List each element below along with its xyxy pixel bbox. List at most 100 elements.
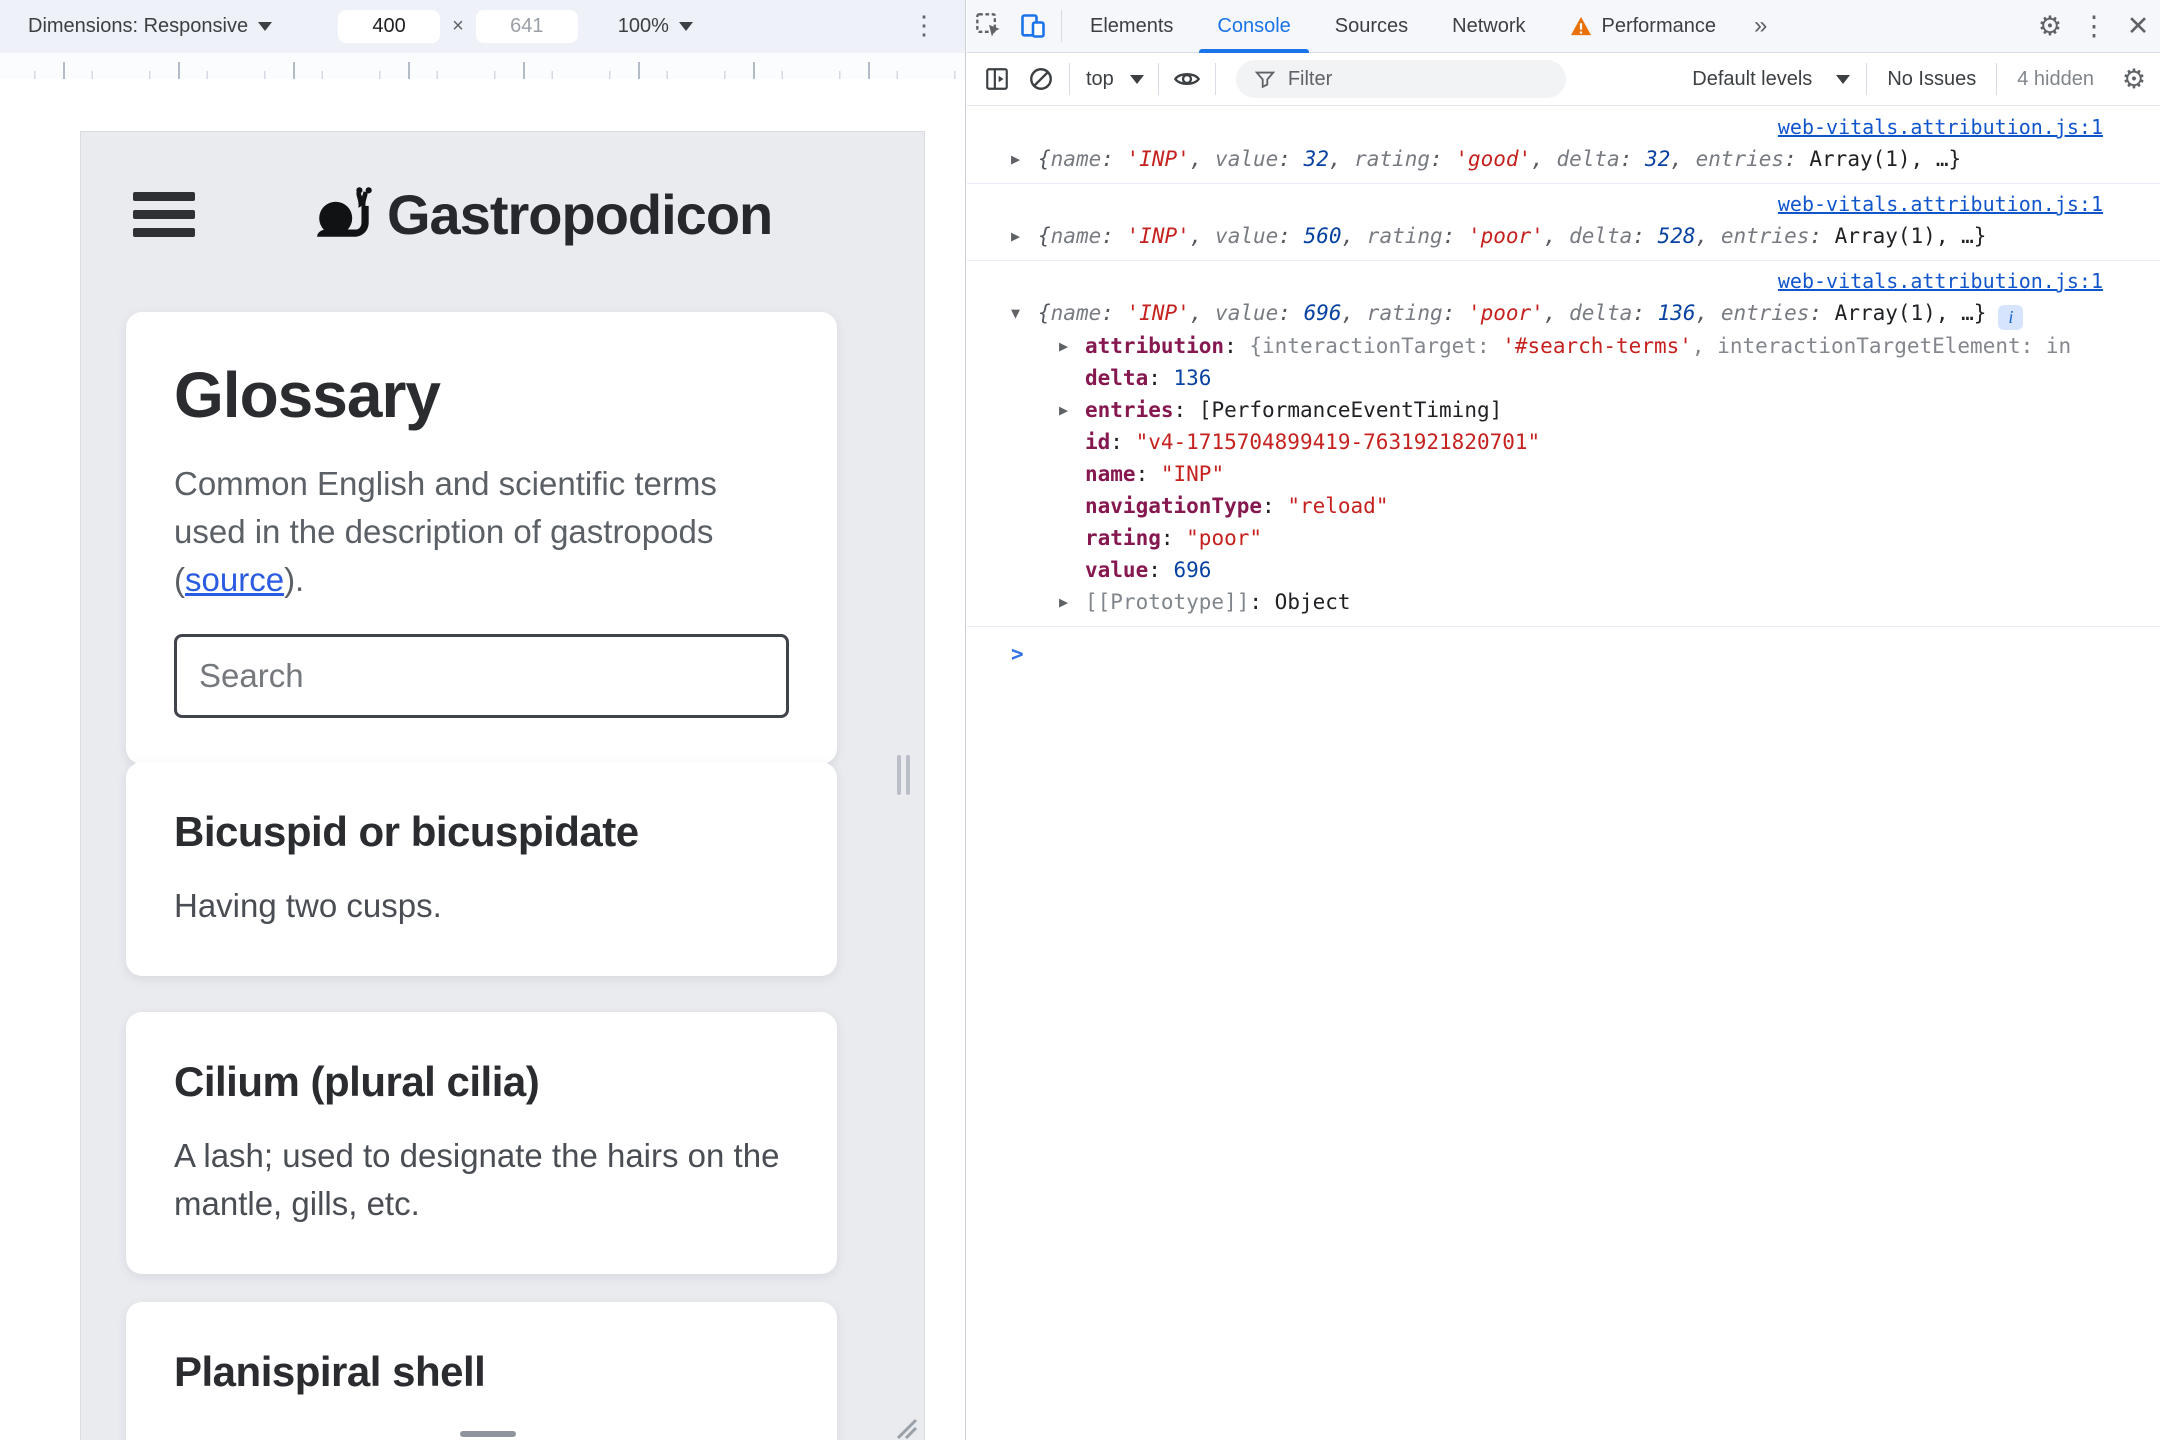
glossary-description-end: ). [284,561,305,598]
devtools-menu-icon[interactable]: ⋮ [2072,11,2116,42]
object-preview: ▼ {name: 'INP', value: 696, rating: 'poo… [967,297,2160,330]
funnel-icon [1254,68,1276,90]
close-devtools-icon[interactable]: ✕ [2116,11,2160,42]
device-toolbar: Dimensions: Responsive 400 × 641 100% ⋮ [0,0,965,53]
property-name: navigationType [1085,493,1263,518]
entry-body: Having two cusps. [174,887,442,924]
glossary-description: Common English and scientific terms used… [174,460,789,604]
viewport-width-input[interactable]: 400 [338,10,441,43]
property-row: id: "v4-1715704899419-7631921820701" [1085,429,1541,454]
tab-console[interactable]: Console [1195,0,1312,53]
settings-gear-icon[interactable]: ⚙ [2028,11,2072,42]
chevron-down-icon [1129,74,1144,84]
info-icon[interactable]: i [1998,304,2024,330]
expand-arrow-icon[interactable]: ▶ [1059,394,1068,426]
dimensions-select[interactable]: Dimensions: Responsive [28,15,248,38]
warning-icon [1570,16,1592,36]
property-name: name [1085,461,1136,486]
property-name: attribution [1085,333,1225,358]
devtools-pane: Elements Console Sources Network Perform… [967,0,2160,1440]
prompt-chevron-icon: > [1011,641,1024,666]
issues-counter[interactable]: No Issues [1873,68,1990,91]
viewport-resize-handle-bottom[interactable] [460,1431,516,1437]
source-link[interactable]: web-vitals.attribution.js:1 [1778,192,2103,216]
property-name: value [1085,557,1149,582]
hidden-messages-count[interactable]: 4 hidden [2003,68,2108,91]
tab-performance-label: Performance [1601,14,1717,37]
property-row: ▶ [[Prototype]]: Object [967,586,2160,618]
viewport-height-input[interactable]: 641 [475,10,578,43]
zoom-select[interactable]: 100% [618,15,669,38]
entry-title: Bicuspid or bicuspidate [174,808,639,855]
console-entry: web-vitals.attribution.js:1 ▶ {name: 'IN… [967,184,2160,261]
console-prompt[interactable]: > [967,627,2160,669]
dimensions-times-label: × [452,15,464,37]
chevron-down-icon [258,22,273,31]
console-entry: web-vitals.attribution.js:1 ▼ {name: 'IN… [967,261,2160,627]
eye-icon[interactable] [1165,57,1209,101]
source-link[interactable]: web-vitals.attribution.js:1 [1778,115,2103,139]
glossary-entry-card: Planispiral shell [126,1302,837,1440]
property-name: entries [1085,397,1174,422]
glossary-title: Glossary [174,359,441,431]
expand-arrow-icon[interactable]: ▼ [1011,297,1020,329]
entry-body: A lash; used to designate the hairs on t… [174,1137,780,1222]
tab-performance[interactable]: Performance [1548,0,1739,53]
property-name: id [1085,429,1111,454]
glossary-card: Glossary Common English and scientific t… [126,312,837,764]
source-link[interactable]: source [185,561,284,598]
search-input[interactable] [174,634,789,718]
tab-network[interactable]: Network [1430,0,1547,53]
console-filter-input[interactable]: Filter [1235,60,1566,98]
more-tabs-button[interactable]: » [1738,12,1783,40]
property-name: delta [1085,365,1149,390]
property-row: name: "INP" [1085,461,1225,486]
entry-title: Cilium (plural cilia) [174,1058,540,1105]
horizontal-ruler [0,53,965,79]
property-row: navigationType: "reload" [1085,493,1389,518]
context-selector[interactable]: top [1086,68,1114,91]
tab-elements[interactable]: Elements [1068,0,1195,53]
expand-arrow-icon[interactable]: ▶ [1059,330,1068,362]
expand-arrow-icon[interactable]: ▶ [1011,143,1020,175]
glossary-entry-card: Bicuspid or bicuspidate Having two cusps… [126,762,837,976]
log-levels-select[interactable]: Default levels [1678,68,1826,91]
tab-sources[interactable]: Sources [1313,0,1430,53]
toggle-device-toolbar-icon[interactable] [1011,4,1055,48]
device-viewport: Gastropodicon Glossary Common English an… [80,131,925,1440]
snail-icon [313,176,379,248]
chevron-down-icon [1836,74,1851,84]
viewport-resize-handle-right[interactable] [897,755,913,795]
property-name: [[Prototype]] [1085,589,1250,614]
viewport-resize-handle-corner[interactable] [888,1410,918,1440]
property-row: ▶ entries: [PerformanceEventTiming] [967,394,2160,426]
console-messages: web-vitals.attribution.js:1 ▶ {name: 'IN… [967,107,2160,1440]
brand-title: Gastropodicon [387,182,773,246]
device-toolbar-menu-button[interactable]: ⋮ [911,10,937,41]
glossary-entry-card: Cilium (plural cilia) A lash; used to de… [126,1012,837,1274]
expand-arrow-icon[interactable]: ▶ [1011,220,1020,252]
property-row: rating: "poor" [1085,525,1263,550]
object-preview: ▶ {name: 'INP', value: 560, rating: 'poo… [967,220,2160,252]
property-row: ▶ attribution: {interactionTarget: '#sea… [967,330,2160,362]
object-preview: ▶ {name: 'INP', value: 32, rating: 'good… [967,143,2160,175]
console-settings-gear-icon[interactable]: ⚙ [2108,64,2160,95]
console-toolbar: top Filter Default levels No Issues 4 hi… [967,53,2160,106]
console-sidebar-icon[interactable] [975,57,1019,101]
hamburger-menu-button[interactable] [133,192,195,237]
inspect-element-icon[interactable] [967,4,1011,48]
source-link[interactable]: web-vitals.attribution.js:1 [1778,269,2103,293]
page-header: Gastropodicon [81,183,924,256]
expand-arrow-icon[interactable]: ▶ [1059,586,1068,618]
property-row: delta: 136 [1085,365,1212,390]
entry-title: Planispiral shell [174,1348,486,1395]
clear-console-icon[interactable] [1019,57,1063,101]
viewport-stage: Gastropodicon Glossary Common English an… [0,79,965,1440]
property-row: value: 696 [1085,557,1212,582]
chevron-down-icon [678,22,693,31]
console-entry: web-vitals.attribution.js:1 ▶ {name: 'IN… [967,107,2160,184]
site-logo: Gastropodicon [313,176,773,248]
property-name: rating [1085,525,1161,550]
devtools-tabbar: Elements Console Sources Network Perform… [967,0,2160,53]
device-emulation-pane: Dimensions: Responsive 400 × 641 100% ⋮ [0,0,966,1440]
